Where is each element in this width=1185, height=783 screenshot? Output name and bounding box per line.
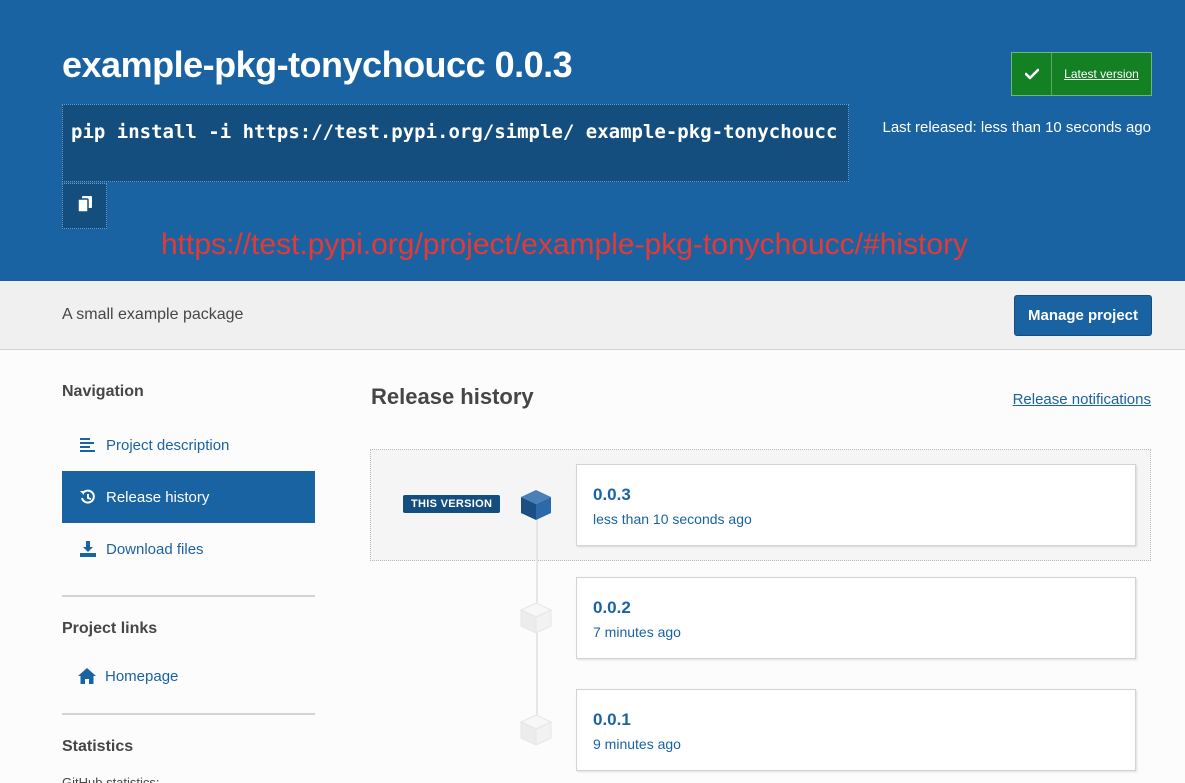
this-version-badge: THIS VERSION <box>403 495 501 513</box>
release-history-title: Release history <box>371 384 534 409</box>
download-icon <box>79 540 97 558</box>
release-version: 0.0.3 <box>593 485 631 504</box>
package-cube-icon-current <box>521 490 551 520</box>
history-icon <box>79 488 97 506</box>
release-card-0.0.1[interactable]: 0.0.1 9 minutes ago <box>576 689 1136 771</box>
sidebar-item-label: Release history <box>106 488 210 506</box>
package-cube-icon <box>519 602 553 634</box>
release-date: 7 minutes ago <box>593 624 681 640</box>
package-cube-icon <box>519 714 553 746</box>
statistics-subheading: GitHub statistics: <box>62 775 160 783</box>
release-date: less than 10 seconds ago <box>593 511 752 527</box>
statistics-heading: Statistics <box>62 738 134 755</box>
release-version: 0.0.2 <box>593 598 631 617</box>
navigation-heading: Navigation <box>62 383 144 400</box>
align-left-icon <box>79 436 97 454</box>
check-icon <box>1012 53 1052 95</box>
package-summary-bar: A small example package Manage project <box>0 281 1185 350</box>
release-card-0.0.3[interactable]: 0.0.3 less than 10 seconds ago <box>576 464 1136 546</box>
manage-project-button[interactable]: Manage project <box>1014 295 1152 336</box>
release-card-0.0.2[interactable]: 0.0.2 7 minutes ago <box>576 577 1136 659</box>
sidebar-item-release-history[interactable]: Release history <box>62 471 315 523</box>
pip-install-box[interactable]: pip install -i https://test.pypi.org/sim… <box>62 104 849 182</box>
latest-version-link[interactable]: Latest version <box>1052 53 1151 95</box>
sidebar-divider <box>62 595 315 597</box>
package-header: example-pkg-tonychoucc 0.0.3 pip install… <box>0 0 1185 281</box>
annotation-url: https://test.pypi.org/project/example-pk… <box>161 228 969 261</box>
sidebar-item-project-description[interactable]: Project description <box>62 419 315 471</box>
sidebar-item-download-files[interactable]: Download files <box>62 523 315 575</box>
sidebar-item-label: Project description <box>106 436 230 454</box>
latest-version-badge: Latest version <box>1011 52 1152 96</box>
last-released-text: Last released: less than 10 seconds ago <box>882 119 1151 136</box>
release-date: 9 minutes ago <box>593 736 681 752</box>
sidebar-link-label: Homepage <box>105 667 179 685</box>
copy-icon <box>76 195 92 217</box>
sidebar-item-label: Download files <box>106 540 204 558</box>
home-icon <box>78 667 96 685</box>
sidebar-link-homepage[interactable]: Homepage <box>62 650 315 702</box>
sidebar-divider <box>62 713 315 715</box>
pip-install-command[interactable]: pip install -i https://test.pypi.org/sim… <box>71 117 840 147</box>
copy-button[interactable] <box>62 183 107 229</box>
package-summary: A small example package <box>62 306 244 323</box>
release-version: 0.0.1 <box>593 710 631 729</box>
release-notifications-link[interactable]: Release notifications <box>1013 391 1151 408</box>
project-links-heading: Project links <box>62 620 158 637</box>
package-title: example-pkg-tonychoucc 0.0.3 <box>62 44 573 85</box>
